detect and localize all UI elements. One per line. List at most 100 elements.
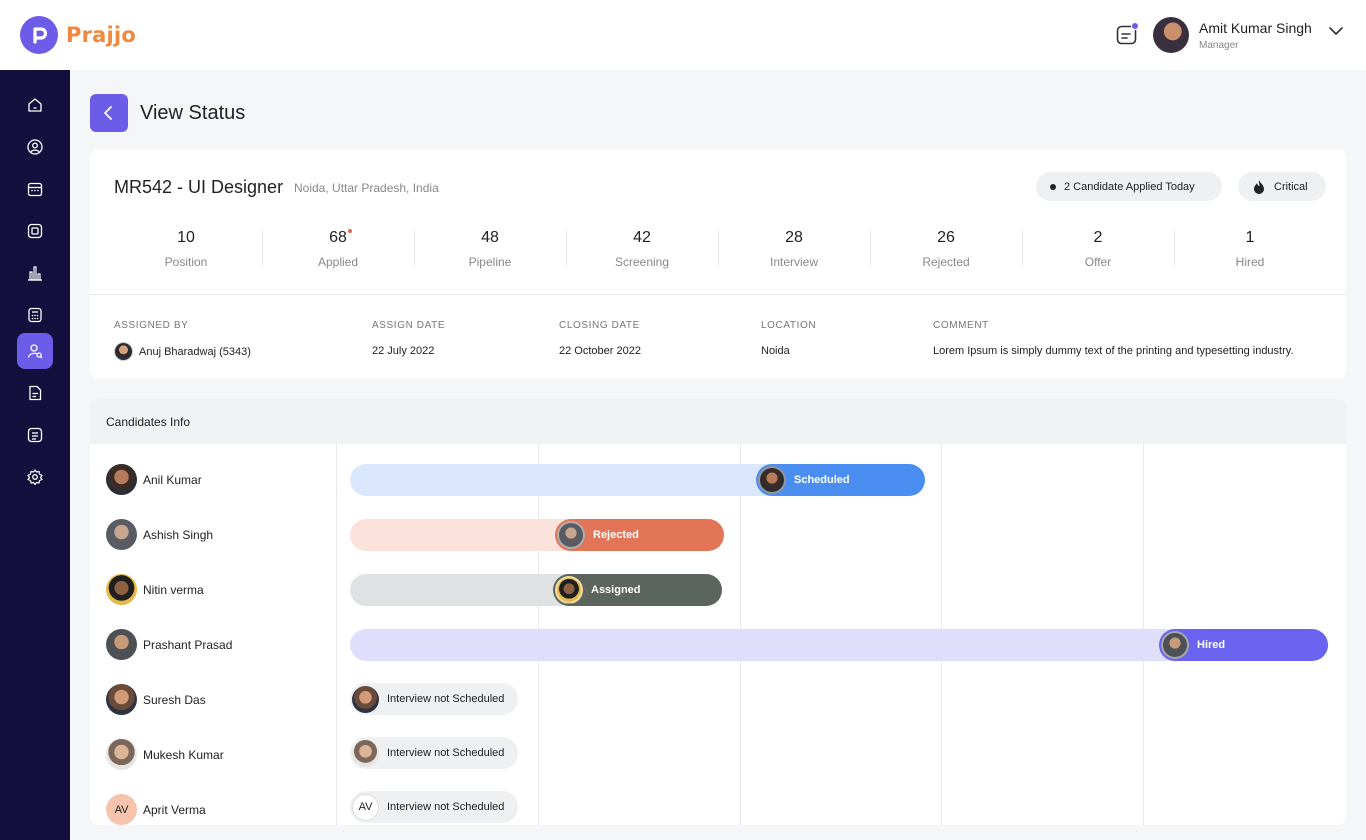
home-icon [28, 98, 42, 112]
status-bar-rejected[interactable]: Rejected [555, 519, 724, 551]
user-search-icon [27, 344, 43, 359]
stat-value: 48 [481, 229, 499, 246]
stat-pipeline[interactable]: 48 Pipeline [414, 227, 566, 271]
settings-icon [27, 469, 43, 486]
avatar[interactable] [106, 739, 137, 770]
candidate-name[interactable]: Prashant Prasad [143, 638, 232, 652]
stat-value: 68 [329, 229, 352, 247]
stat-label: Interview [769, 255, 819, 269]
avatar[interactable] [106, 574, 137, 605]
candidate-name[interactable]: Nitin verma [143, 583, 204, 597]
calendar-icon [27, 182, 43, 197]
new-indicator-dot [347, 229, 352, 233]
avatar[interactable] [106, 629, 137, 660]
stat-label: Rejected [922, 255, 970, 269]
status-label: Scheduled [794, 474, 850, 486]
list-icon [27, 427, 43, 443]
applied-today-badge: 2 Candidate Applied Today [1036, 172, 1222, 201]
status-label: Rejected [593, 529, 639, 541]
status-label: Hired [1197, 639, 1226, 651]
nav-documents[interactable] [17, 375, 53, 411]
avatar[interactable]: AV [106, 794, 137, 825]
avatar [352, 739, 379, 767]
nav-calculator[interactable] [17, 297, 53, 333]
avatar [555, 576, 583, 604]
stat-value: 28 [785, 229, 803, 246]
nav-candidate-search[interactable] [17, 333, 53, 369]
status-bar-scheduled[interactable]: Scheduled [756, 464, 925, 496]
stat-hired[interactable]: 1 Hired [1174, 227, 1326, 271]
nav-settings[interactable] [17, 459, 53, 495]
meta-value: Anuj Bharadwaj (5343) [114, 342, 251, 361]
candidate-name[interactable]: Ashish Singh [143, 528, 213, 542]
logo-mark-icon [20, 16, 58, 54]
bullet-icon [1050, 183, 1056, 190]
stat-value: 2 [1093, 229, 1103, 246]
stat-screening[interactable]: 42 Screening [566, 227, 718, 271]
nav-home[interactable] [17, 87, 53, 123]
applied-today-text: 2 Candidate Applied Today [1064, 180, 1195, 193]
avatar [758, 466, 786, 494]
back-button[interactable] [90, 94, 128, 132]
brand-logo[interactable]: Prajjo [20, 16, 136, 54]
section-title: Candidates Info [106, 415, 191, 429]
assigned-by: ASSIGNED BY Anuj Bharadwaj (5343) [114, 320, 251, 361]
job-location-meta: LOCATION Noida [761, 320, 816, 357]
meta-label: COMMENT [933, 320, 989, 331]
priority-badge: Critical [1238, 172, 1326, 201]
news-icon [27, 223, 43, 239]
avatar[interactable] [106, 519, 137, 550]
page-title: View Status [140, 102, 246, 124]
avatar[interactable] [106, 464, 137, 495]
meta-label: LOCATION [761, 320, 817, 331]
stat-position[interactable]: 10 Position [110, 227, 262, 271]
status-bar-hired[interactable]: Hired [1159, 629, 1328, 661]
stat-offer[interactable]: 2 Offer [1022, 227, 1174, 271]
candidates-card: Candidates Info Anil Kumar Scheduled Ash… [90, 399, 1346, 825]
nav-reports[interactable] [17, 255, 53, 291]
candidate-name[interactable]: Aprit Verma [143, 803, 206, 817]
candidate-name[interactable]: Suresh Das [143, 693, 206, 707]
candidate-name[interactable]: Anil Kumar [143, 473, 202, 487]
stat-value: 26 [937, 229, 955, 246]
meta-value: 22 July 2022 [372, 345, 435, 357]
assigner-name[interactable]: Anuj Bharadwaj (5343) [139, 346, 251, 358]
stat-interview[interactable]: 28 Interview [718, 227, 870, 271]
status-pill-not-scheduled[interactable]: AV Interview not Scheduled [350, 791, 518, 823]
meta-value: Lorem Ipsum is simply dummy text of the … [933, 345, 1294, 357]
nav-calendar[interactable] [17, 171, 53, 207]
stat-applied[interactable]: 68 Applied [262, 227, 414, 271]
priority-text: Critical [1274, 180, 1308, 193]
nav-profile[interactable] [17, 129, 53, 165]
grid-line [336, 444, 337, 825]
pipeline-stats: 10 Position 68 Applied 48 Pipeline 42 Sc… [110, 227, 1326, 271]
status-pill-not-scheduled[interactable]: Interview not Scheduled [350, 683, 518, 715]
comment: COMMENT Lorem Ipsum is simply dummy text… [933, 320, 1294, 357]
stat-rejected[interactable]: 26 Rejected [870, 227, 1022, 271]
stat-value: 42 [633, 229, 651, 246]
nav-list[interactable] [17, 417, 53, 453]
chevron-down-icon[interactable] [1328, 23, 1344, 39]
stat-label: Pipeline [468, 255, 512, 269]
avatar[interactable] [106, 684, 137, 715]
user-role: Manager [1199, 40, 1239, 51]
status-label: Assigned [591, 584, 641, 596]
status-bar-assigned[interactable]: Assigned [553, 574, 722, 606]
status-pill-not-scheduled[interactable]: Interview not Scheduled [350, 737, 518, 769]
job-summary-card: MR542 - UI Designer Noida, Uttar Pradesh… [90, 150, 1346, 378]
user-name[interactable]: Amit Kumar Singh [1199, 20, 1312, 36]
notification-badge [1131, 22, 1139, 30]
stat-value: 1 [1245, 229, 1255, 246]
meta-label: ASSIGNED BY [114, 320, 189, 331]
stat-label: Offer [1084, 255, 1112, 269]
brand-name: Prajjo [66, 23, 136, 47]
candidate-name[interactable]: Mukesh Kumar [143, 748, 224, 762]
nav-news[interactable] [17, 213, 53, 249]
closing-date: CLOSING DATE 22 October 2022 [559, 320, 641, 357]
notification-icon[interactable] [1116, 22, 1139, 46]
user-avatar[interactable] [1153, 17, 1189, 53]
stat-label: Applied [317, 255, 359, 269]
avatar: AV [352, 793, 379, 821]
sidebar [0, 70, 70, 840]
avatar [352, 685, 379, 713]
